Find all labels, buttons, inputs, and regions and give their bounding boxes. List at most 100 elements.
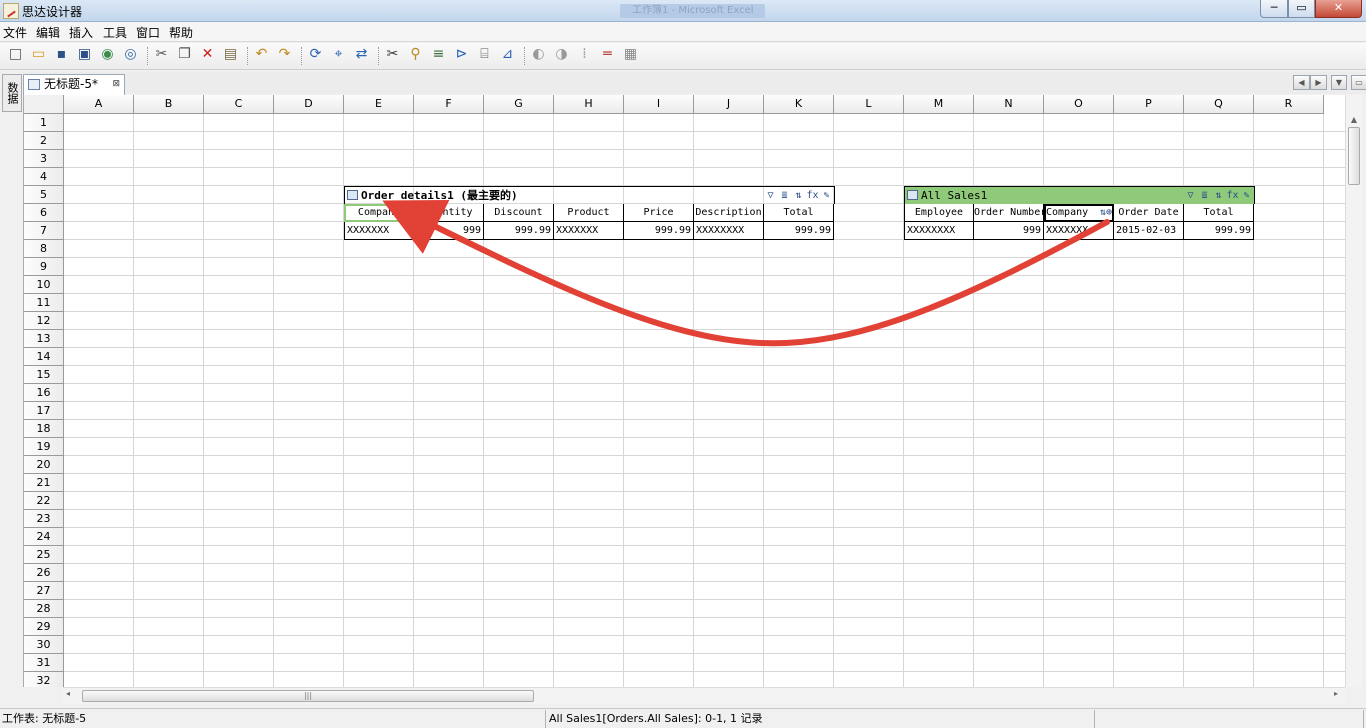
row-header-32[interactable]: 32	[24, 672, 64, 687]
region-sort-icon[interactable]: ⇅	[1212, 189, 1225, 202]
row-header-21[interactable]: 21	[24, 474, 64, 492]
refresh-icon[interactable]: ⟳	[307, 46, 324, 63]
region-data-cell[interactable]: XXXXXXXX	[694, 222, 764, 240]
undo-icon[interactable]: ↶	[253, 46, 270, 63]
menu-insert[interactable]: 插入	[69, 24, 93, 41]
column-header-j[interactable]: J	[694, 95, 764, 114]
row-header-30[interactable]: 30	[24, 636, 64, 654]
row-header-17[interactable]: 17	[24, 402, 64, 420]
tab-scroll-left-icon[interactable]: ◀	[1293, 75, 1310, 90]
region-edit-icon[interactable]: ✎	[820, 189, 833, 202]
row-header-22[interactable]: 22	[24, 492, 64, 510]
region-data-cell[interactable]: 999.99	[764, 222, 834, 240]
scroll-right-icon[interactable]: ▸	[1334, 689, 1338, 698]
row-header-8[interactable]: 8	[24, 240, 64, 258]
scissor-field-icon[interactable]: ✂	[384, 46, 401, 63]
region-filter-icon[interactable]: ▽	[764, 189, 777, 202]
vertical-scroll-thumb[interactable]	[1348, 127, 1360, 185]
row-header-18[interactable]: 18	[24, 420, 64, 438]
tab-scroll-right-icon[interactable]: ▶	[1310, 75, 1327, 90]
region-header-cell[interactable]: Description	[694, 204, 764, 222]
row-header-14[interactable]: 14	[24, 348, 64, 366]
region-data-cell[interactable]: XXXXXXX	[1044, 222, 1114, 240]
menu-file[interactable]: 文件	[3, 24, 27, 41]
row-header-1[interactable]: 1	[24, 114, 64, 132]
delete-icon[interactable]: ✕	[199, 46, 216, 63]
column-header-p[interactable]: P	[1114, 95, 1184, 114]
region-data-cell[interactable]: XXXXXXXX	[904, 222, 974, 240]
column-header-n[interactable]: N	[974, 95, 1044, 114]
order-details-region[interactable]: Order details1 (最主要的) ▽ ≣ ⇅ fx ✎ Company Quan…	[344, 186, 835, 240]
column-header-k[interactable]: K	[764, 95, 834, 114]
column-header-a[interactable]: A	[64, 95, 134, 114]
worksheet[interactable]: ABCDEFGHIJKLMNOPQR 1 2 3 4 5 6 7 8 9 10 11 12 13 14 15…	[23, 95, 1345, 687]
restore-document-icon[interactable]: ▭	[1351, 75, 1366, 90]
row-header-23[interactable]: 23	[24, 510, 64, 528]
row-header-2[interactable]: 2	[24, 132, 64, 150]
menu-edit[interactable]: 编辑	[36, 24, 60, 41]
region-formula-icon[interactable]: fx	[806, 189, 819, 202]
close-button[interactable]: ✕	[1315, 0, 1362, 18]
row-header-28[interactable]: 28	[24, 600, 64, 618]
grid-icon[interactable]: ▦	[622, 46, 639, 63]
row-header-11[interactable]: 11	[24, 294, 64, 312]
row-header-7[interactable]: 7	[24, 222, 64, 240]
menu-tools[interactable]: 工具	[103, 24, 127, 41]
column-header-d[interactable]: D	[274, 95, 344, 114]
column-header-g[interactable]: G	[484, 95, 554, 114]
menu-window[interactable]: 窗口	[136, 24, 160, 41]
data-panel-tab[interactable]: 数据	[2, 74, 22, 112]
region-filter-icon[interactable]: ▽	[1184, 189, 1197, 202]
region-header-cell[interactable]: Company ⇅⊕	[1044, 204, 1114, 222]
region-header-cell[interactable]: Quantity	[414, 204, 484, 222]
copy-icon[interactable]: ❐	[176, 46, 193, 63]
paste-icon[interactable]: ▤	[222, 46, 239, 63]
column-header-r[interactable]: R	[1254, 95, 1324, 114]
row-header-26[interactable]: 26	[24, 564, 64, 582]
row-header-13[interactable]: 13	[24, 330, 64, 348]
region-group-icon[interactable]: ≣	[778, 189, 791, 202]
layout-icon[interactable]: ⁞	[576, 46, 593, 63]
region-data-cell[interactable]: XXXXXXX	[554, 222, 624, 240]
horizontal-scroll-thumb[interactable]: |||	[82, 690, 534, 702]
save-all-icon[interactable]: ▣	[76, 46, 93, 63]
horizontal-scrollbar[interactable]: ◂ ||| ▸	[63, 687, 1345, 704]
split-icon[interactable]: ◑	[553, 46, 570, 63]
region-data-cell[interactable]: 999.99	[624, 222, 694, 240]
region-data-cell[interactable]: 999	[414, 222, 484, 240]
calc-icon[interactable]: ⌸	[476, 46, 493, 63]
column-header-q[interactable]: Q	[1184, 95, 1254, 114]
scroll-up-icon[interactable]: ▲	[1346, 115, 1362, 127]
region-edit-icon[interactable]: ✎	[1240, 189, 1253, 202]
row-header-6[interactable]: 6	[24, 204, 64, 222]
row-header-10[interactable]: 10	[24, 276, 64, 294]
row-header-12[interactable]: 12	[24, 312, 64, 330]
region-data-cell[interactable]: 2015-02-03	[1114, 222, 1184, 240]
row-header-27[interactable]: 27	[24, 582, 64, 600]
region-sort-icon[interactable]: ⇅	[792, 189, 805, 202]
merge-icon[interactable]: ◐	[530, 46, 547, 63]
filter-icon[interactable]: ⊳	[453, 46, 470, 63]
column-header-h[interactable]: H	[554, 95, 624, 114]
bind-icon[interactable]: ⚲	[407, 46, 424, 63]
cut-icon[interactable]: ✂	[153, 46, 170, 63]
region-data-cell[interactable]: 999.99	[484, 222, 554, 240]
minimize-button[interactable]: ─	[1260, 0, 1288, 18]
tree-icon[interactable]: ⌖	[330, 46, 347, 63]
export-icon[interactable]: ◉	[99, 46, 116, 63]
maximize-button[interactable]: ▭	[1288, 0, 1315, 18]
tab-close-icon[interactable]: ⊠	[112, 75, 120, 94]
scroll-left-icon[interactable]: ◂	[66, 689, 70, 698]
region-header-cell[interactable]: Total	[764, 204, 834, 222]
region-data-cell[interactable]: 999.99	[1184, 222, 1254, 240]
region-header-cell[interactable]: Order Number	[974, 204, 1044, 222]
column-header-m[interactable]: M	[904, 95, 974, 114]
row-header-9[interactable]: 9	[24, 258, 64, 276]
redo-icon[interactable]: ↷	[276, 46, 293, 63]
column-header-f[interactable]: F	[414, 95, 484, 114]
new-file-icon[interactable]: □	[7, 46, 24, 63]
row-header-4[interactable]: 4	[24, 168, 64, 186]
vertical-scrollbar[interactable]: ▲	[1345, 95, 1362, 687]
row-header-29[interactable]: 29	[24, 618, 64, 636]
all-sales-region[interactable]: All Sales1 ▽ ≣ ⇅ fx ✎ Employee Order Number Co…	[904, 186, 1255, 240]
